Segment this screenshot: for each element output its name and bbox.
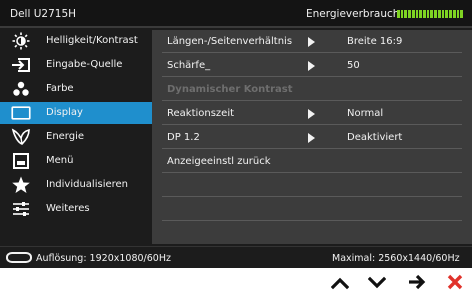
sidebar-item-label: Helligkeit/Kontrast (46, 35, 138, 46)
sidebar-item-input-source[interactable]: Eingabe-Quelle (0, 54, 152, 76)
title-bar: Dell U2715H Energieverbrauch (0, 0, 472, 28)
setting-row-reset-display[interactable]: Anzeigeeinstl zurück (162, 150, 462, 173)
setting-label: Schärfe_ (167, 60, 211, 71)
exit-button[interactable] (440, 271, 470, 297)
sidebar-item-energy[interactable]: Energie (0, 126, 152, 148)
input-source-icon (11, 56, 31, 74)
sidebar-item-label: Weiteres (46, 203, 90, 214)
osd-button-bar (0, 268, 472, 300)
sidebar-item-label: Eingabe-Quelle (46, 59, 123, 70)
color-icon (11, 80, 31, 98)
setting-label: Dynamischer Kontrast (167, 84, 293, 95)
sidebar-item-label: Menü (46, 155, 74, 166)
monitor-model: Dell U2715H (10, 8, 77, 20)
submenu-arrow-icon (308, 133, 315, 143)
max-resolution-label: Maximal: 2560x1440/60Hz (332, 253, 460, 264)
sidebar: Helligkeit/Kontrast Eingabe-Quelle Farbe… (0, 30, 152, 244)
setting-value: Breite 16:9 (347, 36, 403, 47)
sidebar-item-display[interactable]: Display (0, 102, 152, 124)
osd-menu: Dell U2715H Energieverbrauch Helligkeit/… (0, 0, 472, 268)
setting-label: DP 1.2 (167, 132, 200, 143)
menu-icon (11, 152, 31, 170)
sidebar-item-menu[interactable]: Menü (0, 150, 152, 172)
sidebar-item-label: Farbe (46, 83, 74, 94)
sidebar-item-label: Individualisieren (46, 179, 129, 190)
submenu-arrow-icon (308, 61, 315, 71)
submenu-arrow-icon (308, 37, 315, 47)
setting-row-response-time[interactable]: Reaktionszeit Normal (162, 102, 462, 125)
setting-label: Längen-/Seitenverhältnis (167, 36, 293, 47)
sidebar-item-others[interactable]: Weiteres (0, 198, 152, 220)
setting-label: Reaktionszeit (167, 108, 235, 119)
setting-value: Deaktiviert (347, 132, 403, 143)
display-icon (11, 104, 31, 122)
enter-button[interactable] (402, 271, 432, 297)
empty-row (162, 198, 462, 221)
hdmi-input-icon (6, 252, 32, 263)
setting-value: Normal (347, 108, 384, 119)
setting-label: Anzeigeeinstl zurück (167, 156, 271, 167)
status-bar: Auflösung: 1920x1080/60Hz Maximal: 2560x… (0, 246, 472, 268)
chevron-down-icon (367, 275, 387, 294)
setting-row-dynamic-contrast: Dynamischer Kontrast (162, 78, 462, 101)
sidebar-item-color[interactable]: Farbe (0, 78, 152, 100)
sidebar-item-label: Energie (46, 131, 85, 142)
arrow-right-icon (407, 274, 427, 294)
energy-meter (397, 10, 463, 18)
settings-sliders-icon (11, 200, 31, 218)
setting-row-dp12[interactable]: DP 1.2 Deaktiviert (162, 126, 462, 149)
setting-row-sharpness[interactable]: Schärfe_ 50 (162, 54, 462, 77)
energy-label: Energieverbrauch (306, 8, 400, 20)
energy-icon (11, 128, 31, 146)
empty-row (162, 222, 462, 245)
empty-row (162, 174, 462, 197)
resolution-label: Auflösung: 1920x1080/60Hz (36, 253, 171, 264)
sidebar-item-personalize[interactable]: Individualisieren (0, 174, 152, 196)
star-icon (11, 176, 31, 194)
sidebar-item-brightness-contrast[interactable]: Helligkeit/Kontrast (0, 30, 152, 52)
display-settings-panel: Längen-/Seitenverhältnis Breite 16:9 Sch… (152, 30, 472, 244)
up-button[interactable] (325, 271, 355, 297)
setting-value: 50 (347, 60, 360, 71)
submenu-arrow-icon (308, 109, 315, 119)
close-icon (446, 273, 464, 295)
brightness-icon (11, 32, 31, 50)
sidebar-item-label: Display (46, 107, 83, 118)
chevron-up-icon (330, 275, 350, 294)
down-button[interactable] (362, 271, 392, 297)
setting-row-aspect-ratio[interactable]: Längen-/Seitenverhältnis Breite 16:9 (162, 30, 462, 53)
